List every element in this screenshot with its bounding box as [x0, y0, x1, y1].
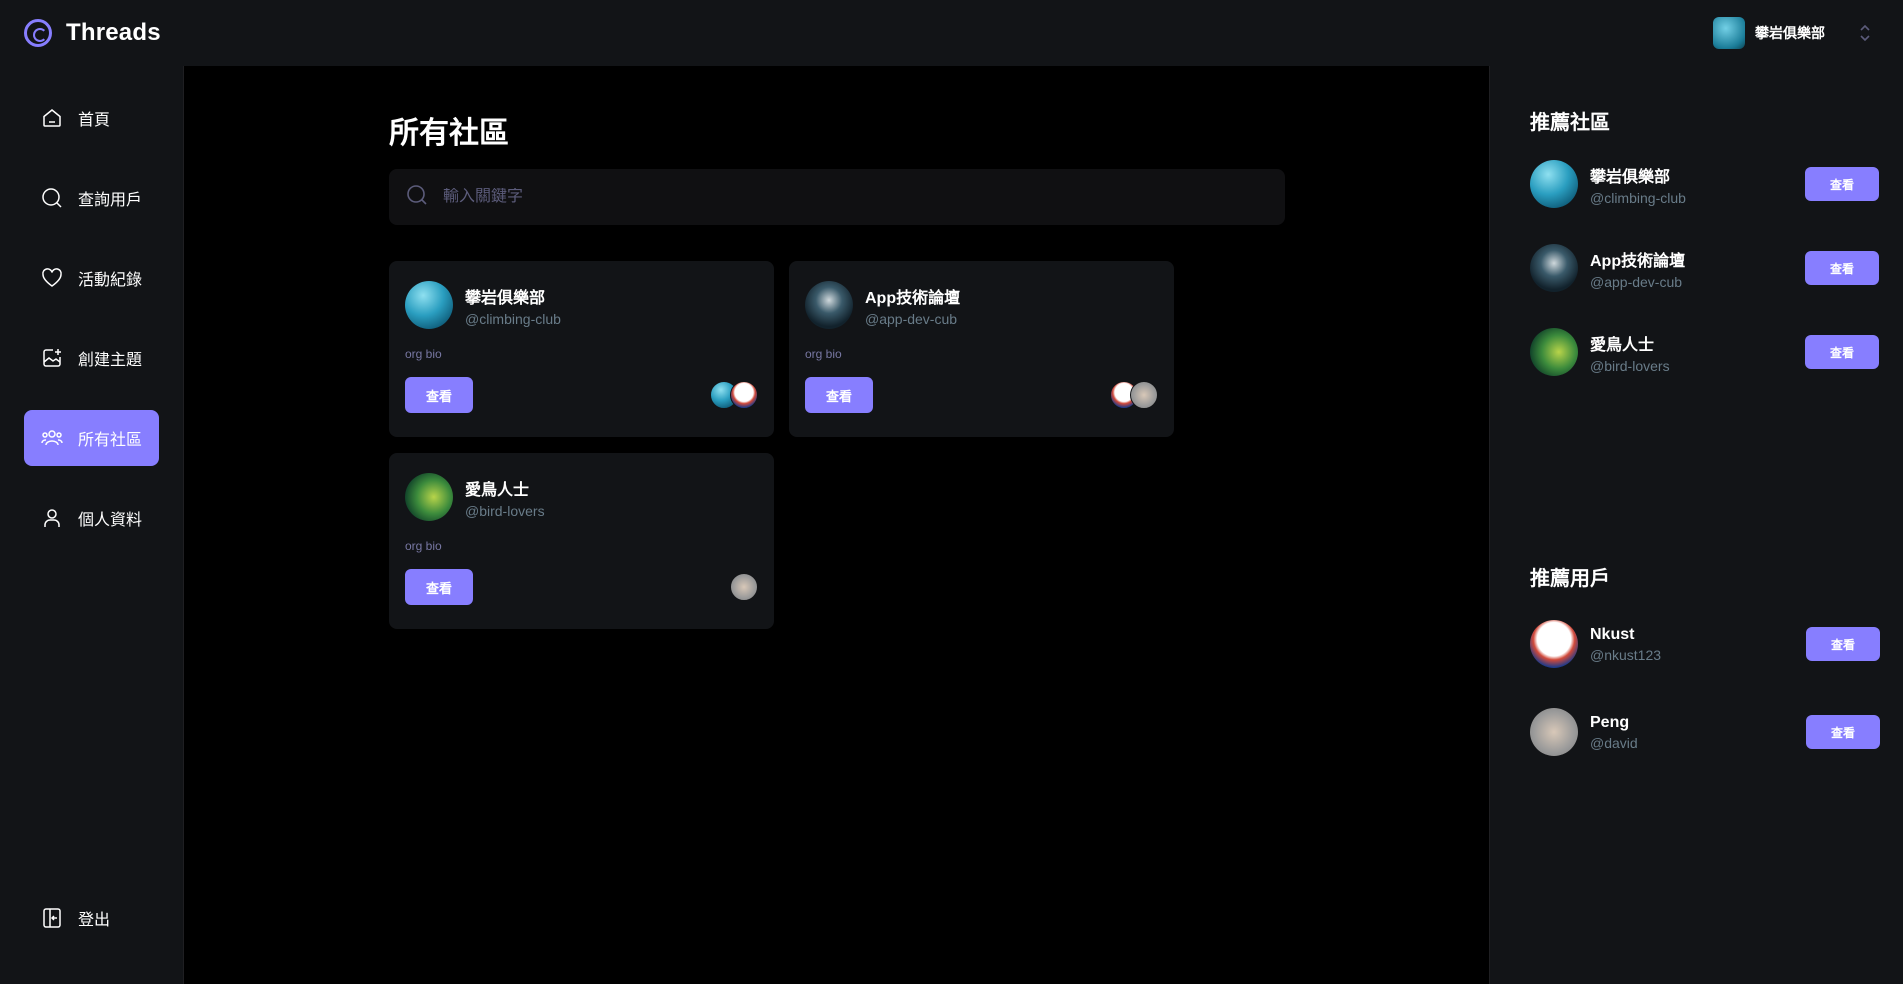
suggested-community: 攀岩俱樂部 @climbing-club 查看	[1530, 159, 1879, 209]
logout-icon	[40, 906, 64, 930]
suggested-community: App技術論壇 @app-dev-cub 查看	[1530, 243, 1879, 293]
suggested-users-section: 推薦用戶 Nkust @nkust123 查看 Peng @david 查看	[1530, 562, 1880, 791]
brand[interactable]: Threads	[24, 19, 161, 47]
left-sidebar: 首頁 查詢用戶 活動紀錄 創建主題 所有社區 個人資料 登出	[0, 66, 184, 984]
logout-label: 登出	[78, 912, 111, 929]
community-handle: @bird-lovers	[465, 502, 545, 519]
community-handle: @climbing-club	[1590, 189, 1686, 206]
nav-item-label: 查詢用戶	[78, 192, 143, 209]
member-avatar	[730, 381, 758, 409]
right-sidebar: 推薦社區 攀岩俱樂部 @climbing-club 查看 App技術論壇 @ap…	[1489, 66, 1903, 984]
member-avatar	[1130, 381, 1158, 409]
search-icon	[40, 186, 64, 210]
suggested-communities-title: 推薦社區	[1530, 112, 1610, 134]
user-name: Nkust	[1590, 625, 1635, 643]
suggested-users-list: Nkust @nkust123 查看 Peng @david 查看	[1530, 619, 1880, 757]
user-avatar	[1530, 620, 1578, 668]
search-icon	[405, 183, 429, 212]
suggested-user: Nkust @nkust123 查看	[1530, 619, 1880, 669]
organization-switcher[interactable]: 攀岩俱樂部	[1713, 17, 1879, 49]
heart-icon	[40, 266, 64, 290]
community-name: App技術論壇	[1590, 252, 1686, 270]
community-avatar[interactable]	[405, 281, 453, 329]
member-avatars	[1110, 381, 1158, 409]
view-button[interactable]: 查看	[1806, 715, 1880, 749]
community-avatar	[1530, 160, 1578, 208]
community-handle: @app-dev-cub	[1590, 273, 1683, 290]
org-name: 攀岩俱樂部	[1755, 25, 1825, 41]
view-button[interactable]: 查看	[1805, 335, 1879, 369]
top-bar: Threads 攀岩俱樂部	[0, 0, 1903, 66]
user-name: Peng	[1590, 713, 1630, 731]
community-bio: org bio	[805, 347, 842, 361]
nav-item-label: 首頁	[78, 112, 111, 129]
suggested-communities-list: 攀岩俱樂部 @climbing-club 查看 App技術論壇 @app-dev…	[1530, 159, 1879, 377]
view-community-button[interactable]: 查看	[805, 377, 873, 413]
community-name[interactable]: 攀岩俱樂部	[465, 284, 561, 308]
community-icon	[40, 426, 64, 450]
nav-item-search[interactable]: 查詢用戶	[24, 170, 159, 226]
view-community-button[interactable]: 查看	[405, 377, 473, 413]
view-button[interactable]: 查看	[1806, 627, 1880, 661]
nav-item-activity[interactable]: 活動紀錄	[24, 250, 159, 306]
nav-item-label: 活動紀錄	[78, 272, 143, 289]
community-handle: @climbing-club	[465, 310, 561, 327]
view-button[interactable]: 查看	[1805, 251, 1879, 285]
logout-button[interactable]: 登出	[24, 890, 160, 946]
nav-item-label: 創建主題	[78, 352, 143, 369]
view-community-button[interactable]: 查看	[405, 569, 473, 605]
nav-item-home[interactable]: 首頁	[24, 90, 159, 146]
community-card: 攀岩俱樂部 @climbing-club org bio 查看	[389, 261, 774, 437]
nav-item-create-thread[interactable]: 創建主題	[24, 330, 159, 386]
suggested-user: Peng @david 查看	[1530, 707, 1880, 757]
community-avatar[interactable]	[805, 281, 853, 329]
org-avatar	[1713, 17, 1745, 49]
community-handle: @bird-lovers	[1590, 357, 1670, 374]
chevron-up-down-icon	[1859, 24, 1871, 42]
community-card: 愛鳥人士 @bird-lovers org bio 查看	[389, 453, 774, 629]
community-bio: org bio	[405, 347, 442, 361]
search-input[interactable]	[443, 188, 1243, 206]
community-avatar[interactable]	[405, 473, 453, 521]
member-avatar	[730, 573, 758, 601]
user-handle: @nkust123	[1590, 646, 1662, 663]
community-avatar	[1530, 244, 1578, 292]
community-name[interactable]: 愛鳥人士	[465, 476, 545, 500]
nav-item-communities[interactable]: 所有社區	[24, 410, 159, 466]
community-bio: org bio	[405, 539, 442, 553]
brand-name: Threads	[66, 19, 161, 46]
user-icon	[40, 506, 64, 530]
search-bar[interactable]	[389, 169, 1285, 225]
home-icon	[40, 106, 64, 130]
community-name: 愛鳥人士	[1590, 336, 1655, 354]
member-avatars	[710, 381, 758, 409]
page-title: 所有社區	[389, 117, 509, 150]
community-name: 攀岩俱樂部	[1590, 168, 1671, 186]
create-icon	[40, 346, 64, 370]
community-handle: @app-dev-cub	[865, 310, 958, 327]
nav-item-profile[interactable]: 個人資料	[24, 490, 159, 546]
user-handle: @david	[1590, 734, 1638, 751]
community-name[interactable]: App技術論壇	[865, 284, 960, 308]
nav-item-label: 所有社區	[78, 432, 143, 449]
main-content: 所有社區 攀岩俱樂部 @climbing-club org bio 查看	[185, 66, 1489, 984]
suggested-community: 愛鳥人士 @bird-lovers 查看	[1530, 327, 1879, 377]
threads-logo-icon	[24, 19, 52, 47]
member-avatars	[730, 573, 758, 601]
community-card: App技術論壇 @app-dev-cub org bio 查看	[789, 261, 1174, 437]
nav-item-label: 個人資料	[78, 512, 143, 529]
suggested-users-title: 推薦用戶	[1530, 568, 1610, 590]
view-button[interactable]: 查看	[1805, 167, 1879, 201]
community-avatar	[1530, 328, 1578, 376]
user-avatar	[1530, 708, 1578, 756]
